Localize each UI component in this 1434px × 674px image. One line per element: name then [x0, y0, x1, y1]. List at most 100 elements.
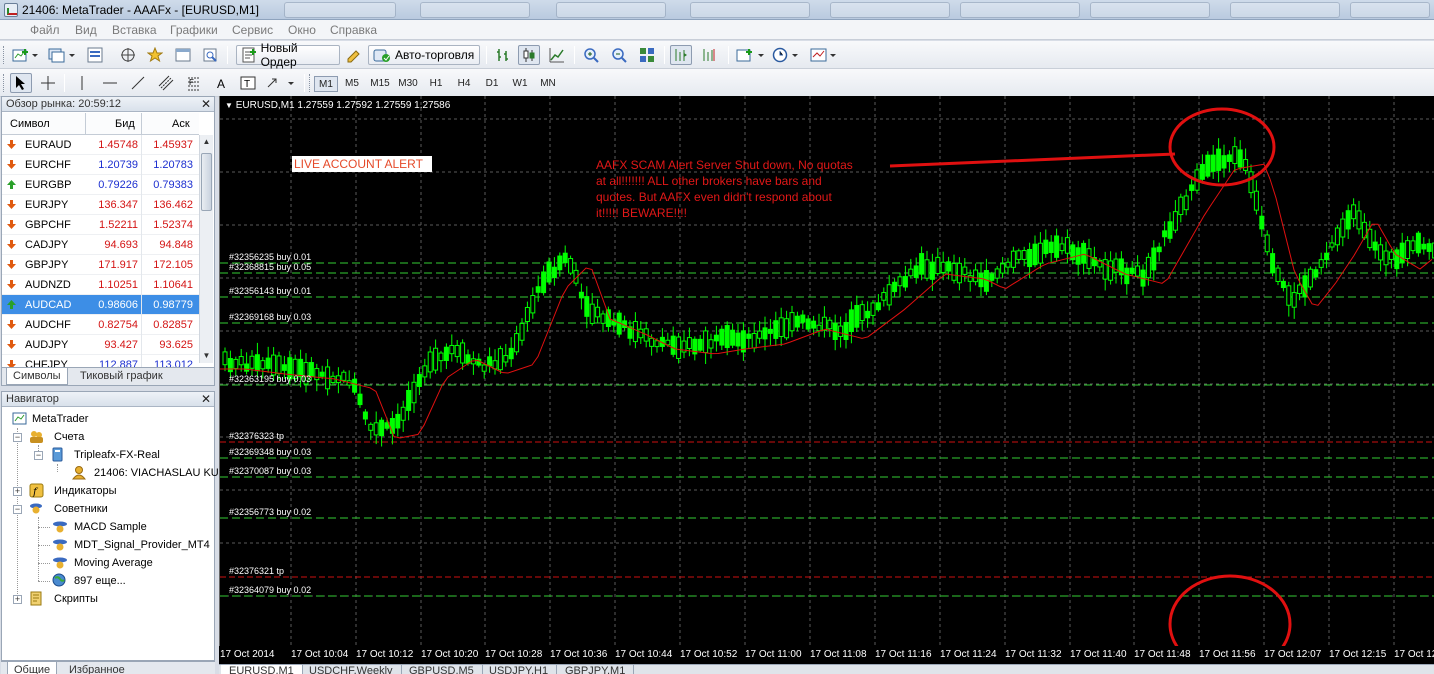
- autotrading-button[interactable]: Авто-торговля: [368, 45, 480, 65]
- scroll-thumb[interactable]: [201, 153, 212, 211]
- collapse-icon[interactable]: −: [34, 451, 43, 460]
- tab-common[interactable]: Общие: [7, 662, 58, 674]
- scripts-icon: [30, 591, 42, 606]
- tab-tick-chart[interactable]: Тиковый график: [74, 368, 169, 385]
- period-h4[interactable]: H4: [452, 76, 476, 92]
- collapse-icon[interactable]: −: [13, 433, 22, 442]
- crosshair-icon[interactable]: [38, 73, 58, 93]
- market-watch-row[interactable]: AUDCHF 0.82754 0.82857: [2, 315, 199, 335]
- toolbar-grip[interactable]: [3, 46, 6, 64]
- close-icon[interactable]: ✕: [201, 97, 211, 111]
- menu-insert[interactable]: Вставка: [112, 23, 157, 37]
- navigator-star-icon[interactable]: [145, 45, 165, 65]
- vertical-line-icon[interactable]: [72, 73, 92, 93]
- period-m5[interactable]: M5: [340, 76, 364, 92]
- market-watch-row[interactable]: GBPJPY 171.917 172.105: [2, 255, 199, 275]
- market-watch-row[interactable]: CADJPY 94.693 94.848: [2, 235, 199, 255]
- menu-help[interactable]: Справка: [330, 23, 377, 37]
- chart-tab-eurusd-m1[interactable]: EURUSD,M1: [221, 665, 303, 674]
- zoom-out-icon[interactable]: [608, 45, 630, 65]
- price-chart[interactable]: ▼ EURUSD,M1 1.27559 1.27592 1.27559 1.27…: [219, 96, 1434, 664]
- chart-tab-usdchf-weekly[interactable]: USDCHF,Weekly: [301, 665, 402, 674]
- candle-body: [1205, 154, 1211, 177]
- bid-price: 0.79226: [98, 179, 138, 191]
- periods-clock-icon[interactable]: [770, 45, 802, 65]
- collapse-icon[interactable]: −: [13, 505, 22, 514]
- live-account-alert: LIVE ACCOUNT ALERT: [292, 156, 432, 172]
- candle-body: [352, 378, 358, 393]
- chart-shift-icon[interactable]: [698, 45, 720, 65]
- toolbar-grip[interactable]: [3, 74, 6, 92]
- market-watch-row[interactable]: AUDNZD 1.10251 1.10641: [2, 275, 199, 295]
- chart-tab-gbpjpy-m1[interactable]: GBPJPY,M1: [557, 665, 635, 674]
- chart-tab-usdjpy-h1[interactable]: USDJPY,H1: [481, 665, 558, 674]
- cursor-arrow-icon[interactable]: [10, 73, 32, 93]
- candle-body: [708, 339, 714, 349]
- strategy-tester-icon[interactable]: [200, 45, 220, 65]
- period-w1[interactable]: W1: [508, 76, 532, 92]
- toolbar-separator: [304, 74, 305, 92]
- menu-tools[interactable]: Сервис: [232, 23, 273, 37]
- equidistant-channel-icon[interactable]: [156, 73, 176, 93]
- scroll-up-icon[interactable]: ▲: [200, 135, 213, 149]
- period-m15[interactable]: M15: [368, 76, 392, 92]
- auto-scroll-icon[interactable]: [670, 45, 692, 65]
- profiles-icon[interactable]: [45, 45, 77, 65]
- candle-body: [254, 354, 260, 372]
- horizontal-line-icon[interactable]: [100, 73, 120, 93]
- new-chart-icon[interactable]: [10, 45, 40, 65]
- market-watch-row[interactable]: EURJPY 136.347 136.462: [2, 195, 199, 215]
- period-d1[interactable]: D1: [480, 76, 504, 92]
- market-watch-icon[interactable]: [85, 45, 105, 65]
- market-watch-row[interactable]: EURAUD 1.45748 1.45937: [2, 135, 199, 155]
- line-chart-icon[interactable]: [546, 45, 568, 65]
- fibonacci-icon[interactable]: F: [184, 73, 204, 93]
- menu-file[interactable]: Файл: [30, 23, 60, 37]
- nav-scripts-label: Скрипты: [54, 593, 98, 605]
- close-icon[interactable]: ✕: [201, 392, 211, 406]
- arrows-icon[interactable]: [264, 73, 298, 93]
- scroll-down-icon[interactable]: ▼: [200, 349, 213, 363]
- period-h1[interactable]: H1: [424, 76, 448, 92]
- templates-icon[interactable]: [808, 45, 840, 65]
- candle-body: [1313, 269, 1319, 278]
- candle-body: [584, 296, 590, 317]
- column-symbol[interactable]: Символ: [10, 118, 50, 130]
- ask-price: 1.20783: [153, 159, 193, 171]
- period-mn[interactable]: MN: [536, 76, 560, 92]
- text-icon[interactable]: A: [212, 73, 232, 93]
- arrow-down-icon: [7, 260, 16, 269]
- period-m30[interactable]: M30: [396, 76, 420, 92]
- terminal-icon[interactable]: [173, 45, 193, 65]
- chart-collapse-icon[interactable]: ▼: [225, 101, 233, 110]
- time-label: 17 Oct 10:28: [485, 649, 543, 660]
- market-watch-row[interactable]: AUDJPY 93.427 93.625: [2, 335, 199, 355]
- expand-icon[interactable]: +: [13, 595, 22, 604]
- text-label-icon[interactable]: T: [238, 73, 258, 93]
- indicators-icon[interactable]: [734, 45, 766, 65]
- data-window-icon[interactable]: [118, 45, 138, 65]
- menu-charts[interactable]: Графики: [170, 23, 218, 37]
- candlestick-chart-icon[interactable]: [518, 45, 540, 65]
- column-ask[interactable]: Аск: [172, 118, 190, 130]
- chart-tab-gbpusd-m5[interactable]: GBPUSD,M5: [401, 665, 483, 674]
- metaeditor-icon[interactable]: [344, 45, 364, 65]
- column-bid[interactable]: Бид: [115, 118, 135, 130]
- period-m1[interactable]: M1: [314, 76, 338, 92]
- trendline-icon[interactable]: [128, 73, 148, 93]
- bar-chart-icon[interactable]: [492, 45, 514, 65]
- market-watch-scrollbar[interactable]: ▲ ▼: [199, 135, 213, 363]
- expand-icon[interactable]: +: [13, 487, 22, 496]
- tile-windows-icon[interactable]: [636, 45, 658, 65]
- new-order-button[interactable]: Новый Ордер: [236, 41, 340, 69]
- zoom-in-icon[interactable]: [580, 45, 602, 65]
- market-watch-row[interactable]: EURGBP 0.79226 0.79383: [2, 175, 199, 195]
- menu-view[interactable]: Вид: [75, 23, 97, 37]
- menu-window[interactable]: Окно: [288, 23, 316, 37]
- market-watch-row[interactable]: GBPCHF 1.52211 1.52374: [2, 215, 199, 235]
- tab-favorites[interactable]: Избранное: [63, 662, 131, 674]
- market-watch-row[interactable]: EURCHF 1.20739 1.20783: [2, 155, 199, 175]
- market-watch-row[interactable]: AUDCAD 0.98606 0.98779: [2, 295, 199, 315]
- tab-symbols[interactable]: Символы: [6, 368, 68, 385]
- toolbar-grip[interactable]: [309, 74, 312, 92]
